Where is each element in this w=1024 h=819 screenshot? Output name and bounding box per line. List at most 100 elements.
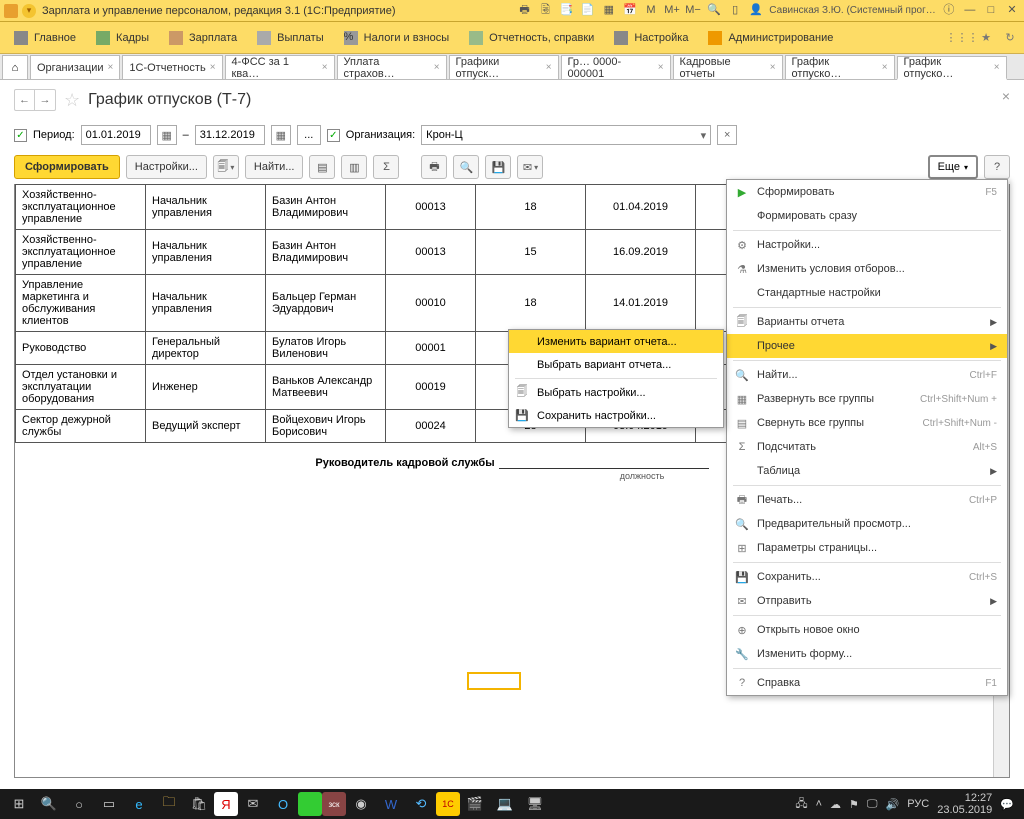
submenu-choose-variant[interactable]: Выбрать вариант отчета...: [509, 353, 723, 376]
mm-form-immediate[interactable]: Формировать сразу: [727, 204, 1007, 228]
apps-icon[interactable]: ⋮⋮⋮: [952, 28, 972, 48]
history-icon[interactable]: ↻: [1000, 28, 1020, 48]
menu-main[interactable]: Главное: [4, 22, 86, 54]
close-icon[interactable]: ×: [658, 62, 664, 73]
mm-form[interactable]: ▶СформироватьF5: [727, 180, 1007, 204]
close-icon[interactable]: ×: [210, 62, 216, 73]
fav-icon[interactable]: ★: [976, 28, 996, 48]
variants-icon[interactable]: 🗐: [213, 155, 239, 179]
submenu-change-variant[interactable]: Изменить вариант отчета...: [509, 330, 723, 353]
tab-0[interactable]: Организации×: [30, 55, 120, 79]
tab-7[interactable]: График отпуско…×: [785, 55, 895, 79]
mm-newwin[interactable]: ⊕Открыть новое окно: [727, 618, 1007, 642]
word-icon[interactable]: W: [376, 790, 406, 818]
mm-expand[interactable]: ▦Развернуть все группыCtrl+Shift+Num +: [727, 387, 1007, 411]
close-icon[interactable]: ✕: [1004, 2, 1020, 18]
chevron-up-icon[interactable]: ˄: [816, 798, 822, 810]
tab-home[interactable]: ⌂: [2, 55, 28, 79]
cortana-icon[interactable]: ○: [64, 790, 94, 818]
mm-other[interactable]: Прочее▶: [727, 334, 1007, 358]
menu-salary[interactable]: Зарплата: [159, 22, 247, 54]
tray-icon[interactable]: 🖧: [795, 795, 807, 814]
save-icon[interactable]: 💾: [485, 155, 511, 179]
tray-icon[interactable]: ⚑: [849, 798, 859, 811]
m-icon[interactable]: M: [643, 2, 659, 18]
close-icon[interactable]: ×: [994, 62, 1000, 73]
menu-settings[interactable]: Настройка: [604, 22, 698, 54]
start-icon[interactable]: ⊞: [4, 790, 34, 818]
min-icon[interactable]: —: [962, 2, 978, 18]
book-icon[interactable]: ▯: [727, 2, 743, 18]
cal-icon[interactable]: 📅: [622, 2, 638, 18]
more-button[interactable]: Еще▾: [928, 155, 978, 179]
mm-page[interactable]: ⊞Параметры страницы...: [727, 536, 1007, 560]
org-checkbox[interactable]: ✓: [327, 129, 340, 142]
mm-std[interactable]: Стандартные настройки: [727, 281, 1007, 305]
tab-1[interactable]: 1С-Отчетность×: [122, 55, 222, 79]
tray-icon[interactable]: ☁: [830, 798, 841, 811]
edge-icon[interactable]: e: [124, 790, 154, 818]
favorite-icon[interactable]: ☆: [64, 90, 80, 111]
org-select[interactable]: Крон-Ц ▾: [421, 125, 711, 145]
mminus-icon[interactable]: M−: [685, 2, 701, 18]
app-icon[interactable]: 💻: [490, 790, 520, 818]
outlook-icon[interactable]: O: [268, 790, 298, 818]
teamviewer-icon[interactable]: ⟲: [406, 790, 436, 818]
mm-find[interactable]: 🔍Найти...Ctrl+F: [727, 363, 1007, 387]
tray-icon[interactable]: 🖵: [867, 798, 878, 811]
tab-6[interactable]: Кадровые отчеты×: [673, 55, 783, 79]
max-icon[interactable]: □: [983, 2, 999, 18]
mm-variants[interactable]: 🗐Варианты отчета▶: [727, 310, 1007, 334]
find-button[interactable]: Найти...: [245, 155, 304, 179]
date-to-input[interactable]: [195, 125, 265, 145]
mm-table[interactable]: Таблица▶: [727, 459, 1007, 483]
send-icon[interactable]: ✉: [517, 155, 543, 179]
expand-icon[interactable]: ▤: [309, 155, 335, 179]
period-picker[interactable]: ...: [297, 125, 321, 145]
user-icon[interactable]: 👤: [748, 2, 764, 18]
menu-pay[interactable]: Выплаты: [247, 22, 333, 54]
menu-staff[interactable]: Кадры: [86, 22, 159, 54]
close-icon[interactable]: ×: [770, 62, 776, 73]
system-tray[interactable]: 🖧 ˄ ☁ ⚑ 🖵 🔊 РУС 12:2723.05.2019 💬: [795, 792, 1020, 816]
calc-icon[interactable]: 📑: [559, 2, 575, 18]
info-icon[interactable]: ⓘ: [941, 2, 957, 18]
collapse-icon[interactable]: ▥: [341, 155, 367, 179]
mm-filters[interactable]: ⚗Изменить условия отборов...: [727, 257, 1007, 281]
tab-8[interactable]: График отпуско…×: [897, 56, 1007, 80]
mm-editform[interactable]: 🔧Изменить форму...: [727, 642, 1007, 666]
menu-admin[interactable]: Администрирование: [698, 22, 843, 54]
menu-reports[interactable]: Отчетность, справки: [459, 22, 604, 54]
tab-5[interactable]: Гр… 0000-000001×: [561, 55, 671, 79]
mail-icon[interactable]: ✉: [238, 790, 268, 818]
settings-button[interactable]: Настройки...: [126, 155, 207, 179]
mm-print[interactable]: 🖶Печать...Ctrl+P: [727, 488, 1007, 512]
doc-icon[interactable]: 📄: [580, 2, 596, 18]
form-button[interactable]: Сформировать: [14, 155, 120, 179]
page-close-icon[interactable]: ×: [1002, 88, 1010, 104]
close-icon[interactable]: ×: [108, 62, 114, 73]
close-icon[interactable]: ×: [434, 62, 440, 73]
mm-help[interactable]: ?СправкаF1: [727, 671, 1007, 695]
mm-sum[interactable]: ΣПодсчитатьAlt+S: [727, 435, 1007, 459]
zoom-icon[interactable]: 🔍: [706, 2, 722, 18]
print-icon[interactable]: 🖶: [517, 2, 533, 18]
submenu-save-settings[interactable]: 💾Сохранить настройки...: [509, 404, 723, 427]
close-icon[interactable]: ×: [882, 62, 888, 73]
chrome-icon[interactable]: ◉: [346, 790, 376, 818]
calendar-icon[interactable]: ▦: [271, 125, 291, 145]
dropdown-icon[interactable]: ▾: [701, 129, 707, 142]
tab-3[interactable]: Уплата страхов…×: [337, 55, 447, 79]
store-icon[interactable]: 🛍: [184, 790, 214, 818]
mm-preview[interactable]: 🔍Предварительный просмотр...: [727, 512, 1007, 536]
fwd-icon[interactable]: →: [35, 90, 55, 110]
back-icon[interactable]: ←: [15, 90, 35, 110]
explorer-icon[interactable]: 🗀: [154, 790, 184, 818]
app-icon[interactable]: 🖥: [520, 790, 550, 818]
save-icon[interactable]: 🗟: [538, 2, 554, 18]
sum-icon[interactable]: Σ: [373, 155, 399, 179]
tab-4[interactable]: Графики отпуск…×: [449, 55, 559, 79]
app-icon[interactable]: 🎬: [460, 790, 490, 818]
period-checkbox[interactable]: ✓: [14, 129, 27, 142]
help-button[interactable]: ?: [984, 155, 1010, 179]
